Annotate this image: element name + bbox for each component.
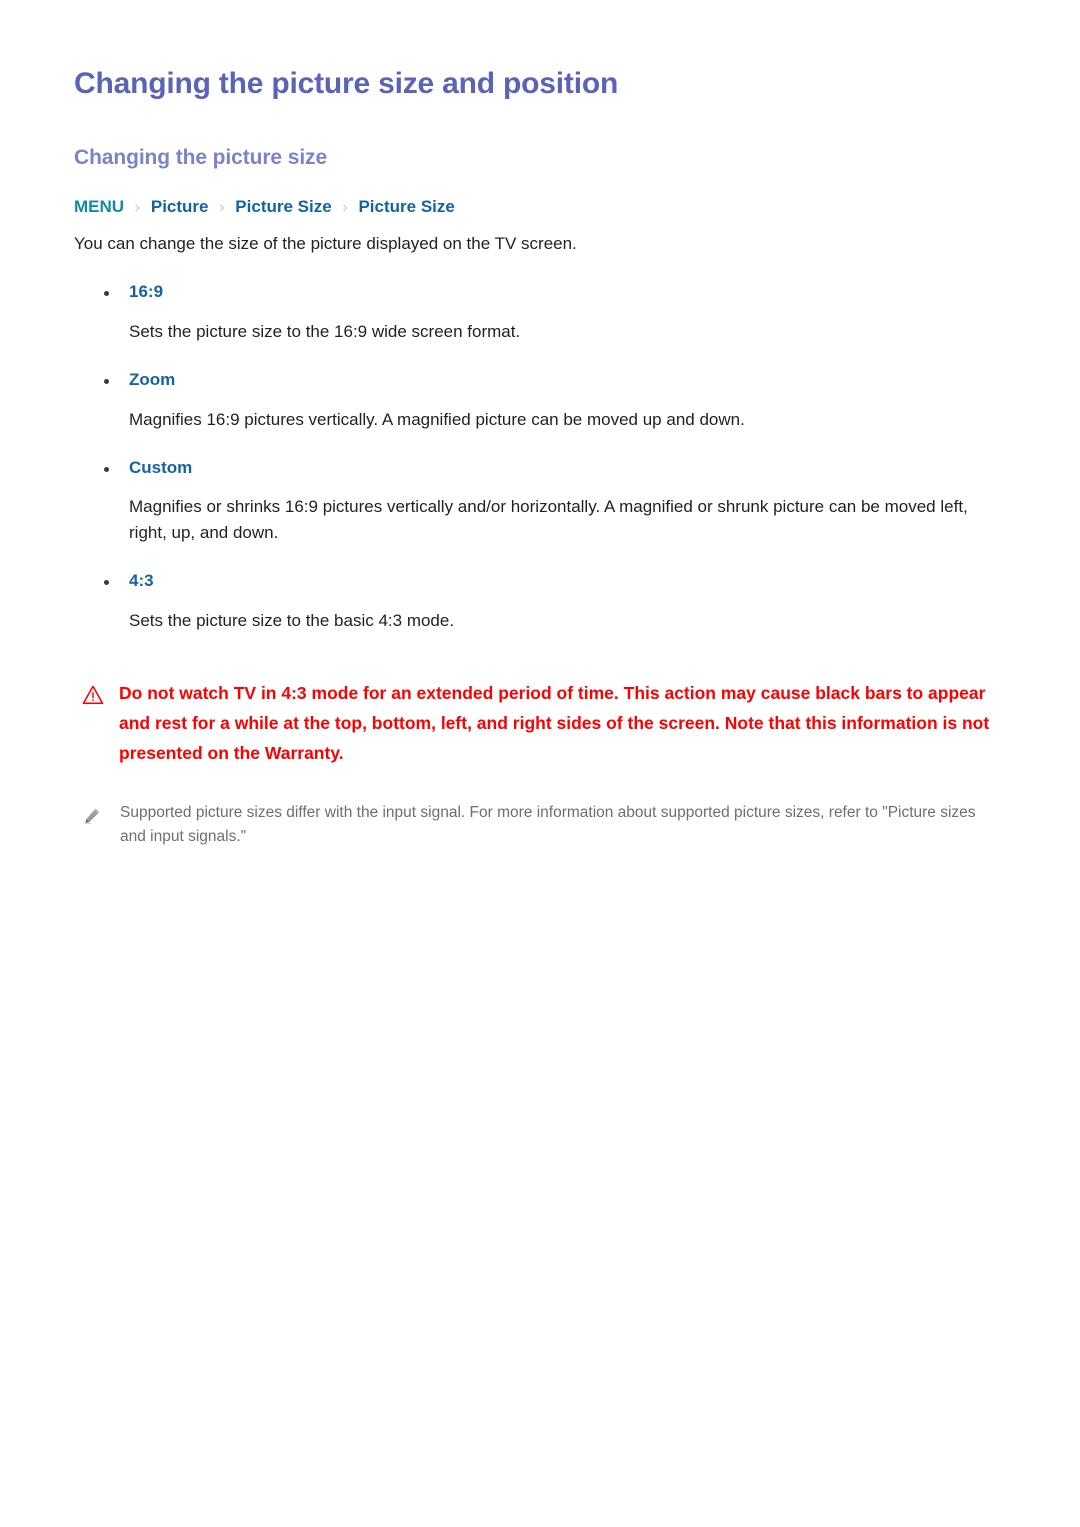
warning-callout: Do not watch TV in 4:3 mode for an exten…	[74, 678, 1006, 768]
chevron-right-icon: ›	[134, 199, 141, 217]
bullet-dot-icon	[104, 467, 109, 472]
bullet-dot-icon	[104, 580, 109, 586]
option-label-custom: Custom	[129, 458, 193, 477]
chevron-right-icon: ›	[342, 199, 348, 217]
list-item: 16:9 Sets the picture size to the 16:9 w…	[74, 282, 1006, 344]
chevron-right-icon: ›	[219, 199, 225, 217]
picture-size-option-list: 16:9 Sets the picture size to the 16:9 w…	[74, 282, 1006, 633]
option-label-zoom: Zoom	[129, 370, 176, 390]
pencil-icon	[83, 807, 101, 825]
option-description: Magnifies 16:9 pictures vertically. A ma…	[129, 409, 745, 429]
page-title: Changing the picture size and position	[74, 67, 619, 100]
bullet-dot-icon	[104, 291, 109, 297]
bullet-dot-icon	[104, 379, 109, 385]
note-text: Supported picture sizes differ with the …	[120, 803, 976, 846]
option-description: Magnifies or shrinks 16:9 pictures verti…	[129, 497, 968, 542]
option-label-16-9: 16:9	[129, 282, 164, 302]
list-item: Zoom Magnifies 16:9 pictures vertically.…	[74, 370, 1006, 432]
note-callout: Supported picture sizes differ with the …	[74, 801, 1006, 851]
option-label-4-3: 4:3	[129, 571, 154, 591]
option-description: Sets the picture size to the basic 4:3 m…	[129, 610, 455, 630]
option-description: Sets the picture size to the 16:9 wide s…	[129, 321, 521, 341]
warning-triangle-icon	[82, 684, 104, 706]
breadcrumb-root-menu[interactable]: MENU	[74, 197, 124, 216]
list-item: 4:3 Sets the picture size to the basic 4…	[74, 571, 1006, 633]
section-title: Changing the picture size	[74, 146, 328, 169]
intro-paragraph: You can change the size of the picture d…	[74, 233, 577, 253]
list-item: Custom Magnifies or shrinks 16:9 picture…	[74, 458, 1006, 545]
breadcrumb-item-picture-size[interactable]: Picture Size	[235, 197, 331, 216]
document-page: Changing the picture size and position C…	[0, 0, 1080, 1527]
breadcrumb-item-picture-size-leaf[interactable]: Picture Size	[358, 197, 454, 216]
warning-text: Do not watch TV in 4:3 mode for an exten…	[119, 683, 990, 764]
breadcrumb: MENU › Picture › Picture Size › Picture …	[74, 197, 1006, 217]
breadcrumb-item-picture[interactable]: Picture	[151, 197, 209, 216]
